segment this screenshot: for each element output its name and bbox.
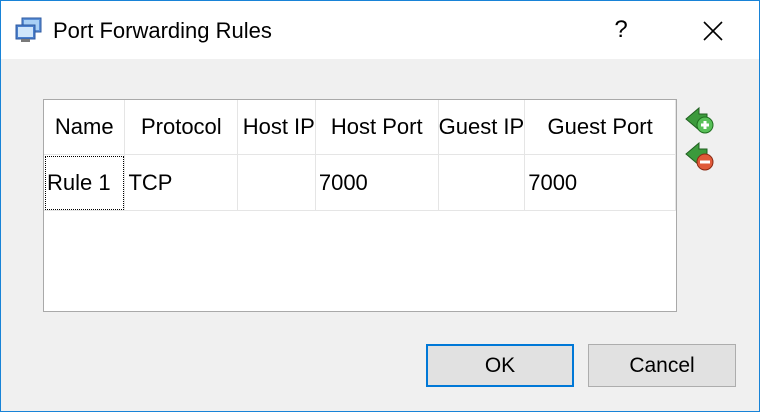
- help-button[interactable]: ?: [597, 9, 645, 51]
- cancel-button[interactable]: Cancel: [588, 344, 736, 387]
- cell-host-ip[interactable]: [237, 154, 316, 211]
- title-bar: Port Forwarding Rules ?: [1, 1, 759, 59]
- cell-host-port[interactable]: 7000: [315, 154, 439, 211]
- dialog-title: Port Forwarding Rules: [53, 18, 272, 43]
- cell-guest-port[interactable]: 7000: [524, 154, 676, 211]
- close-icon[interactable]: [687, 9, 737, 51]
- cell-guest-ip[interactable]: [438, 154, 526, 211]
- table-row[interactable]: Rule 1 TCP 7000 7000: [44, 154, 676, 211]
- column-header-host-ip[interactable]: Host IP: [237, 100, 316, 155]
- port-forwarding-dialog: Port Forwarding Rules ? Name Protocol Ho…: [0, 0, 760, 412]
- rules-table-container[interactable]: Name Protocol Host IP Host Port Guest IP…: [43, 99, 677, 312]
- cell-protocol[interactable]: TCP: [124, 154, 239, 211]
- column-header-name[interactable]: Name: [44, 100, 126, 155]
- rules-table: Name Protocol Host IP Host Port Guest IP…: [44, 100, 676, 211]
- column-header-guest-port[interactable]: Guest Port: [524, 100, 676, 155]
- network-computer-icon: [15, 17, 42, 42]
- cell-name[interactable]: Rule 1: [44, 154, 126, 211]
- column-header-host-port[interactable]: Host Port: [315, 100, 439, 155]
- column-header-guest-ip[interactable]: Guest IP: [438, 100, 526, 155]
- remove-rule-icon[interactable]: [683, 142, 715, 172]
- column-header-protocol[interactable]: Protocol: [124, 100, 239, 155]
- table-header-row: Name Protocol Host IP Host Port Guest IP…: [44, 100, 676, 155]
- add-rule-icon[interactable]: [683, 105, 715, 135]
- ok-button[interactable]: OK: [426, 344, 574, 387]
